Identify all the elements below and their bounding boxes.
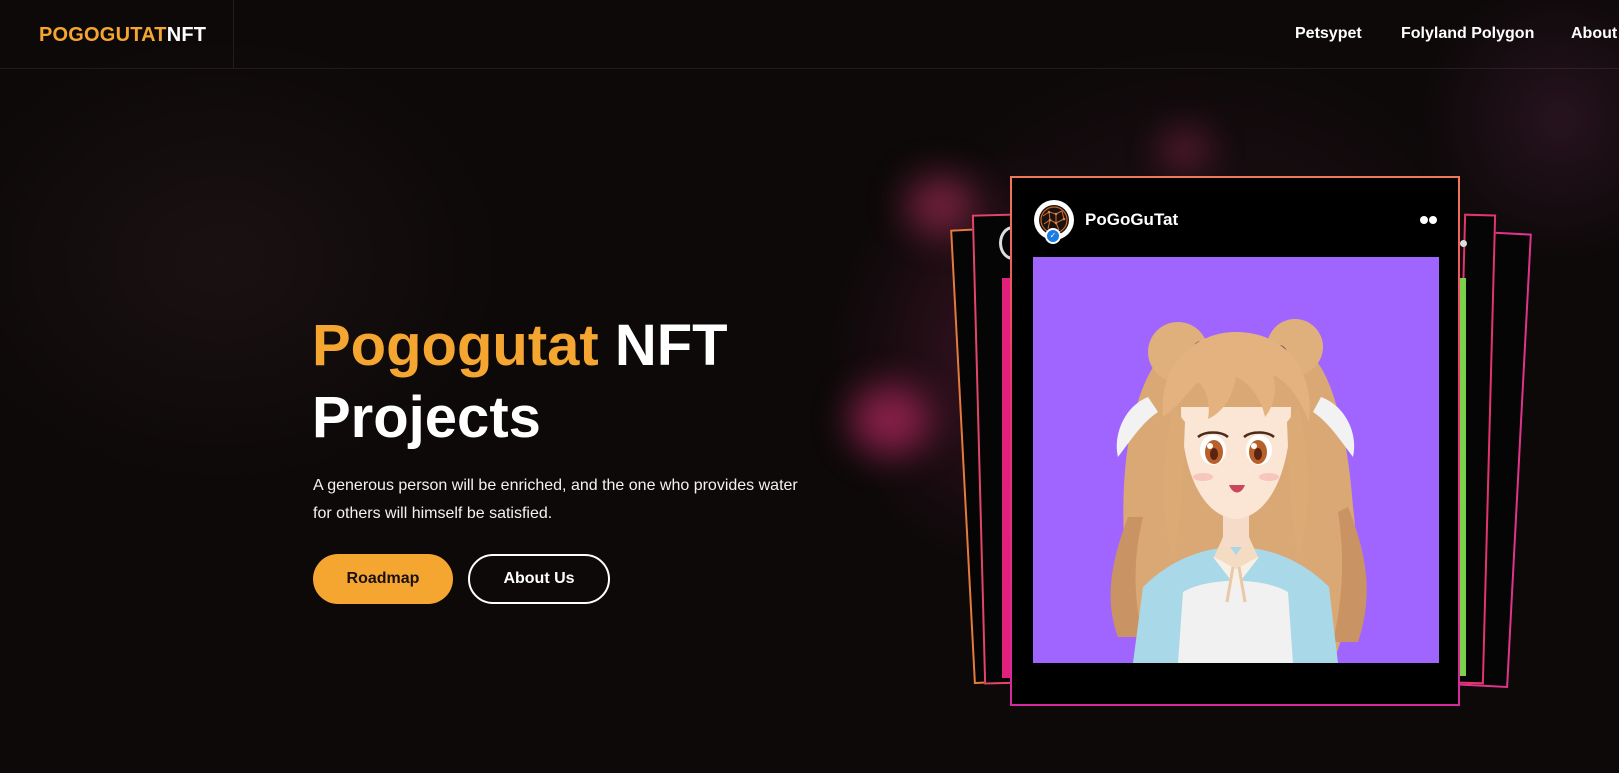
stacked-card-menu-dot: [1460, 240, 1467, 247]
site-logo[interactable]: POGOGUTATNFT: [39, 24, 206, 47]
nav-item-folyland-polygon[interactable]: Folyland Polygon: [1401, 25, 1534, 43]
about-us-button[interactable]: About Us: [468, 554, 610, 604]
page: POGOGUTATNFT Petsypet Folyland Polygon A…: [0, 0, 1619, 773]
stacked-card-image-edge: [1459, 278, 1466, 676]
nav-item-petsypet[interactable]: Petsypet: [1295, 25, 1362, 43]
nft-artwork-image[interactable]: [1033, 257, 1439, 663]
nft-card[interactable]: ✓ PoGoGuTat: [1010, 176, 1460, 706]
verified-badge-icon: ✓: [1045, 228, 1061, 244]
roadmap-button[interactable]: Roadmap: [313, 554, 453, 604]
hero-title: Pogogutat NFT Projects: [312, 310, 832, 454]
logo-text-accent: POGOGUTAT: [39, 24, 167, 46]
site-header: POGOGUTATNFT Petsypet Folyland Polygon A…: [0, 0, 1619, 69]
hero-title-accent: Pogogutat: [312, 313, 599, 378]
card-owner-name[interactable]: PoGoGuTat: [1085, 210, 1178, 230]
bg-glow: [850, 385, 930, 455]
bg-glow: [1160, 130, 1210, 170]
bg-glow: [905, 175, 975, 235]
nav-item-about[interactable]: About: [1571, 25, 1617, 43]
logo-container: POGOGUTATNFT: [0, 0, 234, 68]
hero-description: A generous person will be enriched, and …: [313, 477, 798, 522]
anime-character-illustration: [1033, 257, 1439, 663]
more-options-icon[interactable]: [1420, 215, 1440, 225]
logo-text-nft: NFT: [166, 24, 207, 46]
